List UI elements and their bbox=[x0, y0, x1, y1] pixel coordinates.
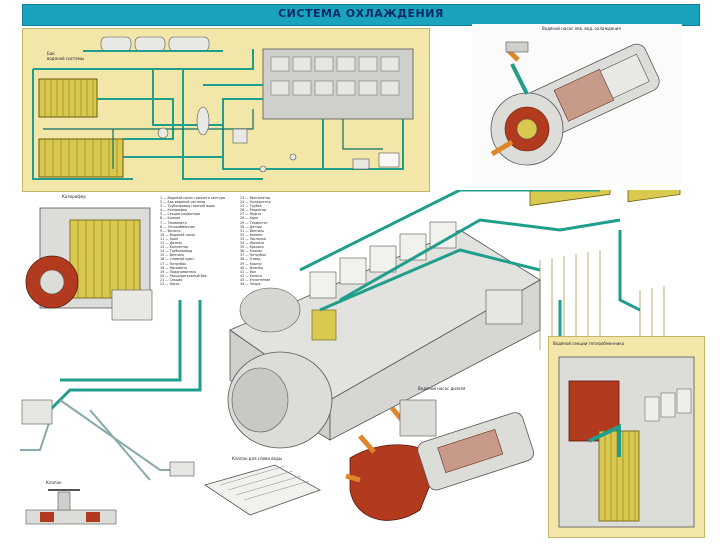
legend: 1 — Водяной насос горячего контура 2 — Ба… bbox=[160, 196, 330, 296]
legend-item: 22 — Насос bbox=[160, 281, 180, 286]
title-bar: СИСТЕМА ОХЛАЖДЕНИЯ bbox=[22, 4, 700, 26]
legend-left: 1 — Водяной насос горячего контура 2 — Ба… bbox=[160, 196, 240, 286]
schematic-reservoir-label: Бак водяной системы bbox=[47, 51, 84, 61]
heat-exchanger-inset: Водяной секции теплообменника bbox=[548, 336, 705, 538]
heat-exchanger-illustration bbox=[558, 356, 695, 528]
filter-label: Клапан для слива воды bbox=[232, 456, 282, 461]
calorifer bbox=[25, 207, 153, 321]
diesel-water-pump bbox=[345, 399, 535, 521]
upper-right-label: Водяной насос лев. вод. охлаждения bbox=[542, 26, 621, 31]
calorifer-label: Калорифер bbox=[62, 194, 86, 199]
legend-item: 44 — Опора bbox=[240, 281, 261, 286]
valve-label: Клапан bbox=[46, 480, 62, 485]
radiator-block-top bbox=[38, 78, 98, 118]
drain-valve bbox=[25, 489, 117, 525]
schematic-panel: Бак водяной системы bbox=[22, 28, 430, 192]
radiator-block-bottom bbox=[38, 138, 124, 178]
page-title: СИСТЕМА ОХЛАЖДЕНИЯ bbox=[278, 7, 444, 20]
legend-right: 23 — Вентилятор 24 — Охладитель 25 — Трубк… bbox=[240, 196, 320, 286]
diesel-pump-label: Водяной насос дизеля bbox=[418, 386, 466, 391]
water-pump-illustration bbox=[490, 41, 660, 166]
inset-label: Водяной секции теплообменника bbox=[553, 341, 625, 346]
water-pump-cutaway: Водяной насос лев. вод. охлаждения bbox=[472, 24, 682, 184]
drain-filter bbox=[169, 461, 321, 516]
